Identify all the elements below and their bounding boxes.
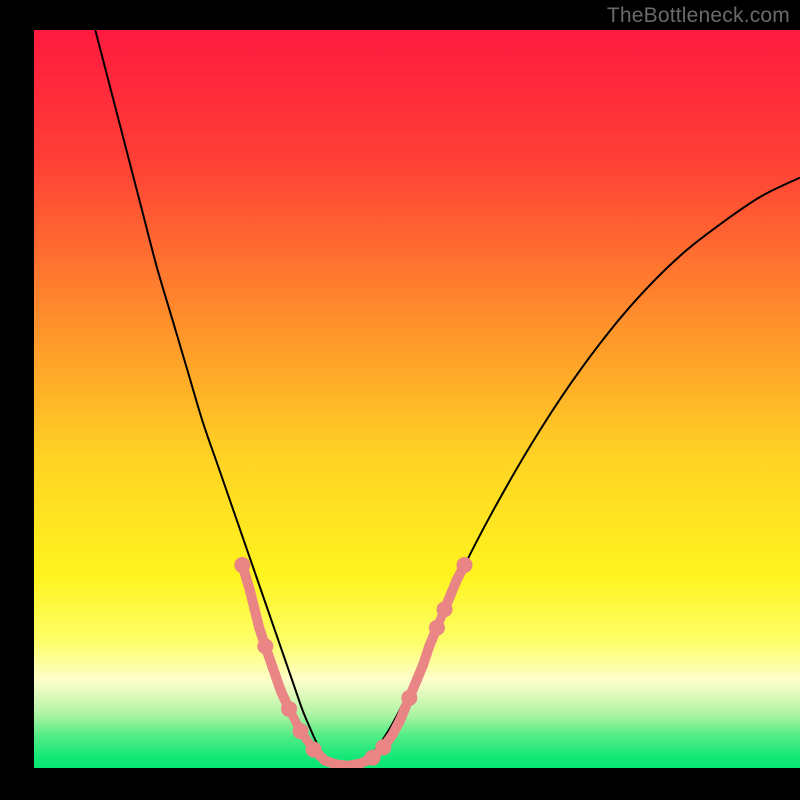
bead-marker	[293, 723, 309, 739]
bead-marker	[331, 759, 341, 769]
bead-marker	[375, 739, 391, 755]
bead-marker	[268, 663, 278, 673]
bead-marker	[276, 686, 286, 696]
bead-marker	[446, 590, 456, 600]
bead-marker	[418, 660, 428, 670]
bead-marker	[281, 701, 297, 717]
chart-frame: TheBottleneck.com	[0, 0, 800, 800]
bead-marker	[245, 586, 255, 596]
gradient-background	[34, 30, 800, 768]
bead-marker	[343, 761, 353, 771]
bead-marker	[401, 690, 417, 706]
bead-marker	[424, 641, 434, 651]
bead-marker	[254, 623, 264, 633]
bead-marker	[452, 575, 462, 585]
bead-marker	[429, 620, 445, 636]
bead-marker	[306, 742, 322, 758]
bead-marker	[412, 674, 422, 684]
bead-marker	[234, 557, 250, 573]
bead-marker	[456, 557, 472, 573]
bead-marker	[250, 604, 260, 614]
bead-marker	[355, 759, 365, 769]
bead-marker	[395, 715, 405, 725]
bead-marker	[387, 730, 397, 740]
bead-marker	[320, 756, 330, 766]
bead-marker	[257, 638, 273, 654]
bottleneck-chart	[0, 0, 800, 800]
bead-marker	[437, 601, 453, 617]
